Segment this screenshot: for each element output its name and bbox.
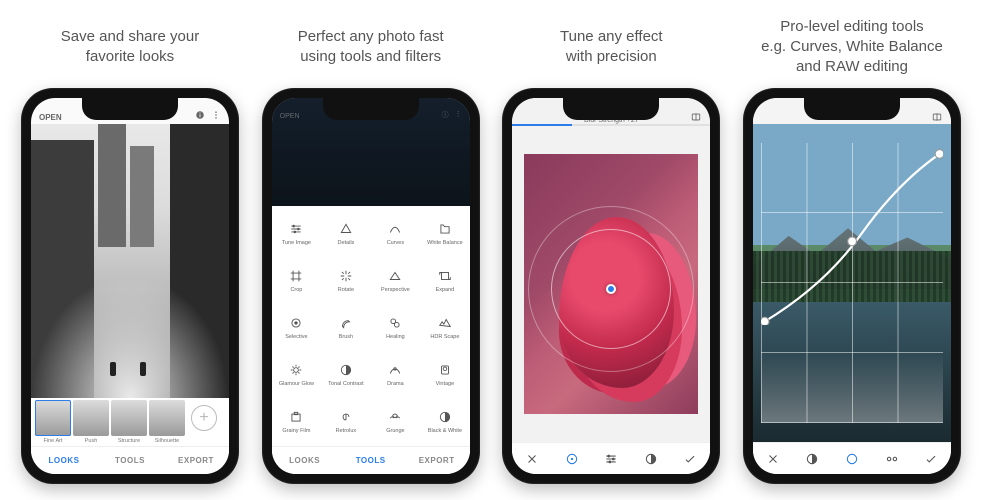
tool-details[interactable]: Details	[321, 210, 371, 257]
more-icon[interactable]: ⋮	[455, 110, 462, 120]
focus-point[interactable]	[606, 284, 616, 294]
tool-tune-image[interactable]: Tune Image	[272, 210, 322, 257]
caption-2: Perfect any photo fast using tools and f…	[298, 16, 444, 78]
looks-thumbnails: +	[31, 398, 229, 438]
phone-frame-1: OPEN	[21, 88, 239, 484]
tab-looks[interactable]: LOOKS	[31, 447, 97, 474]
info-icon[interactable]: ⓘ	[442, 110, 449, 120]
screenshot-card-2: Perfect any photo fast using tools and f…	[255, 16, 487, 484]
tool-glamour-glow[interactable]: Glamour Glow	[272, 352, 322, 399]
tool-black-white[interactable]: Black & White	[420, 399, 470, 446]
look-thumb[interactable]	[35, 400, 71, 436]
tool-grainy-film[interactable]: Grainy Film	[272, 399, 322, 446]
tool-white-balance[interactable]: White Balance	[420, 210, 470, 257]
tab-export[interactable]: EXPORT	[404, 447, 470, 474]
compare-icon[interactable]	[690, 112, 702, 122]
screen-looks: OPEN	[31, 98, 229, 474]
bottom-tabs: LOOKS TOOLS EXPORT	[31, 446, 229, 474]
tool-crop[interactable]: Crop	[272, 257, 322, 304]
channel-selector[interactable]	[832, 443, 872, 474]
tool-grunge[interactable]: Grunge	[371, 399, 421, 446]
look-thumb[interactable]	[73, 400, 109, 436]
channel-luminance[interactable]	[793, 443, 833, 474]
tool-drama[interactable]: Drama	[371, 352, 421, 399]
screenshot-card-1: Save and share your favorite looks OPEN	[14, 16, 246, 484]
adjust-button[interactable]	[592, 443, 632, 474]
tools-grid: Tune ImageDetailsCurvesWhite Balance Crop…	[272, 210, 470, 446]
look-labels: Fine Art Push Structure Silhouette	[31, 438, 229, 446]
edit-toolbar	[512, 442, 710, 474]
caption-3: Tune any effect with precision	[560, 16, 663, 78]
open-button[interactable]: OPEN	[39, 113, 62, 122]
tool-tonal-contrast[interactable]: Tonal Contrast	[321, 352, 371, 399]
tool-perspective[interactable]: Perspective	[371, 257, 421, 304]
screen-tools: OPEN ⓘ ⋮ Tune ImageDetailsCurvesWhite Ba…	[272, 98, 470, 474]
tab-export[interactable]: EXPORT	[163, 447, 229, 474]
tab-looks[interactable]: LOOKS	[272, 447, 338, 474]
tool-retrolux[interactable]: Retrolux	[321, 399, 371, 446]
tool-expand[interactable]: Expand	[420, 257, 470, 304]
apply-button[interactable]	[671, 443, 711, 474]
slider-readout: Blur Strength +27	[512, 98, 710, 124]
screenshot-card-3: Tune any effect with precision Blur Stre…	[495, 16, 727, 484]
preview-image[interactable]	[524, 154, 698, 413]
channel-options[interactable]	[872, 443, 912, 474]
tool-healing[interactable]: Healing	[371, 304, 421, 351]
phone-frame-3: Blur Strength +27	[502, 88, 720, 484]
apply-button[interactable]	[911, 443, 951, 474]
tool-vintage[interactable]: Vintage	[420, 352, 470, 399]
tool-curves[interactable]: Curves	[371, 210, 421, 257]
cancel-button[interactable]	[512, 443, 552, 474]
bottom-tabs: LOOKS TOOLS EXPORT	[272, 446, 470, 474]
more-icon[interactable]	[211, 110, 221, 122]
tool-selective[interactable]: Selective	[272, 304, 322, 351]
phone-frame-2: OPEN ⓘ ⋮ Tune ImageDetailsCurvesWhite Ba…	[262, 88, 480, 484]
screen-precision: Blur Strength +27	[512, 98, 710, 474]
invert-button[interactable]	[631, 443, 671, 474]
tool-hdr-scape[interactable]: HDR Scape	[420, 304, 470, 351]
caption-4: Pro-level editing tools e.g. Curves, Whi…	[761, 16, 943, 78]
shape-button[interactable]	[552, 443, 592, 474]
tab-tools[interactable]: TOOLS	[97, 447, 163, 474]
cancel-button[interactable]	[753, 443, 793, 474]
dimmed-preview: OPEN ⓘ ⋮	[272, 98, 470, 206]
tool-brush[interactable]: Brush	[321, 304, 371, 351]
edit-toolbar	[753, 442, 951, 474]
preview-image[interactable]	[753, 124, 951, 442]
screen-curves	[753, 98, 951, 474]
look-thumb[interactable]	[149, 400, 185, 436]
tool-rotate[interactable]: Rotate	[321, 257, 371, 304]
phone-frame-4	[743, 88, 961, 484]
compare-icon[interactable]	[931, 112, 943, 122]
info-icon[interactable]	[195, 110, 205, 122]
look-thumb[interactable]	[111, 400, 147, 436]
screenshot-card-4: Pro-level editing tools e.g. Curves, Whi…	[736, 16, 968, 484]
tab-tools[interactable]: TOOLS	[338, 447, 404, 474]
add-look-button[interactable]: +	[191, 405, 217, 431]
caption-1: Save and share your favorite looks	[61, 16, 199, 78]
preview-image	[31, 124, 229, 398]
